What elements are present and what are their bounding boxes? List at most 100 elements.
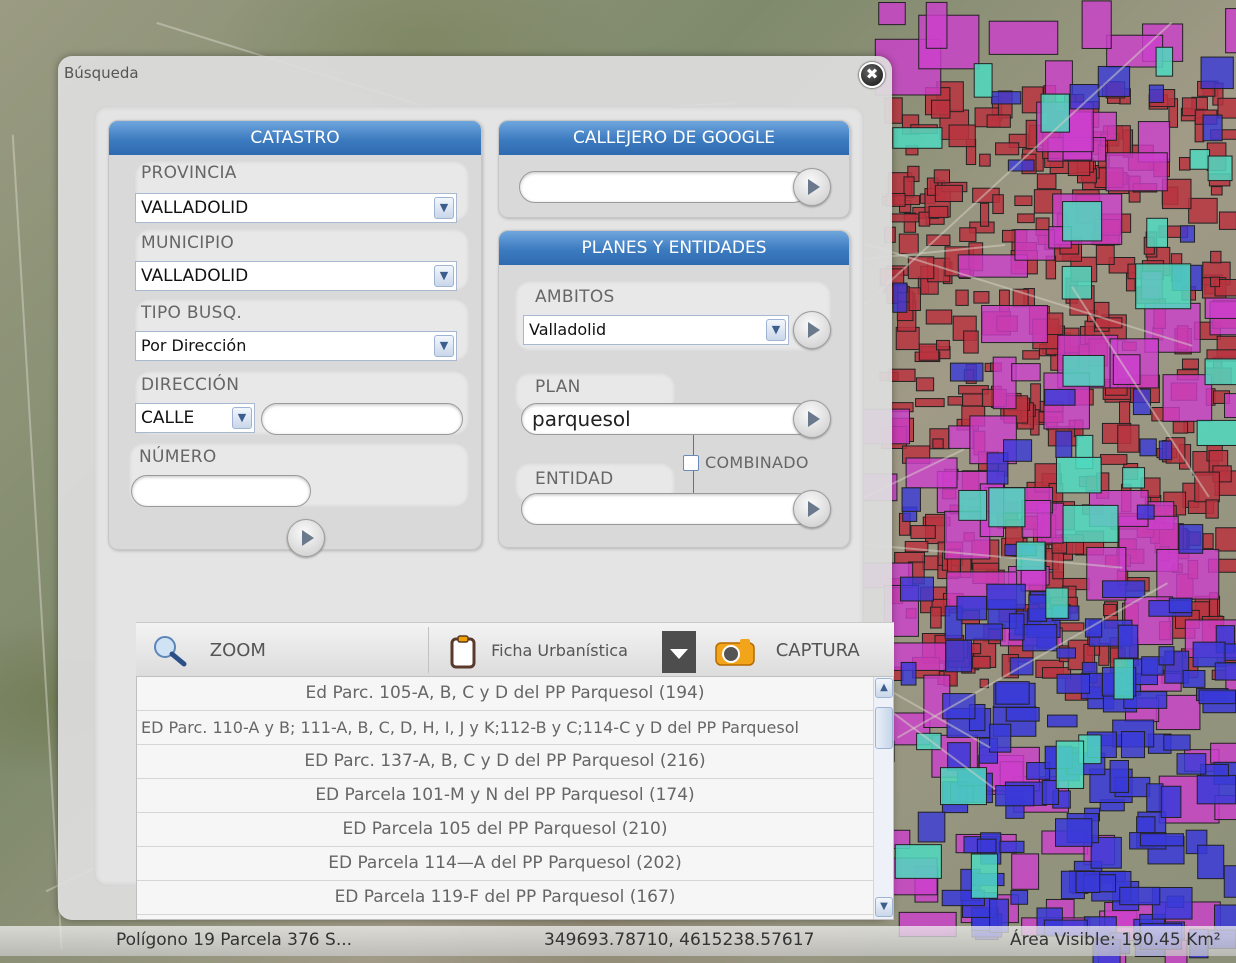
map-parcel[interactable] — [1160, 785, 1182, 818]
map-parcel[interactable] — [899, 576, 934, 602]
map-parcel[interactable] — [1163, 734, 1191, 751]
map-parcel[interactable] — [1062, 201, 1103, 242]
provincia-select[interactable]: VALLADOLID ▼ — [135, 193, 457, 223]
map-parcel[interactable] — [1001, 229, 1017, 243]
map-parcel[interactable] — [1062, 504, 1119, 543]
map-parcel[interactable] — [949, 362, 984, 382]
map-parcel[interactable] — [1055, 456, 1102, 494]
ficha-urbanistica-button[interactable]: Ficha Urbanística — [448, 633, 628, 669]
map-parcel[interactable] — [1100, 454, 1128, 465]
entidad-go-button[interactable] — [793, 490, 831, 528]
map-parcel[interactable] — [888, 368, 916, 382]
google-search-button[interactable] — [793, 168, 831, 206]
result-row[interactable]: Ed Parc. 105-A, B, C y D del PP Parqueso… — [137, 677, 873, 711]
map-parcel[interactable] — [1215, 527, 1236, 552]
map-parcel[interactable] — [1179, 225, 1196, 243]
map-parcel[interactable] — [1056, 647, 1076, 659]
map-parcel[interactable] — [1113, 658, 1134, 700]
map-parcel[interactable] — [1008, 613, 1025, 641]
map-parcel[interactable] — [1044, 388, 1076, 406]
entidad-input[interactable] — [521, 493, 813, 525]
map-parcel[interactable] — [1095, 244, 1115, 265]
map-parcel[interactable] — [1223, 643, 1236, 661]
map-parcel[interactable] — [995, 142, 1020, 156]
ficha-dropdown-button[interactable] — [662, 631, 696, 673]
map-parcel[interactable] — [945, 639, 973, 673]
map-parcel[interactable] — [1158, 440, 1173, 461]
map-parcel[interactable] — [1136, 504, 1155, 520]
map-parcel[interactable] — [986, 583, 1026, 610]
map-parcel[interactable] — [898, 233, 919, 255]
map-parcel[interactable] — [892, 282, 908, 313]
map-parcel[interactable] — [956, 595, 987, 621]
map-parcel[interactable] — [1210, 186, 1223, 196]
google-search-input[interactable] — [519, 171, 809, 203]
map-parcel[interactable] — [1210, 250, 1222, 264]
map-parcel[interactable] — [1178, 157, 1191, 171]
map-parcel[interactable] — [1017, 213, 1035, 224]
map-parcel[interactable] — [1056, 673, 1091, 694]
map-parcel[interactable] — [1188, 197, 1218, 224]
plan-input[interactable]: parquesol — [521, 403, 813, 435]
map-parcel[interactable] — [1158, 646, 1175, 666]
map-parcel[interactable] — [1197, 844, 1225, 880]
map-parcel[interactable] — [1117, 624, 1139, 659]
result-row[interactable]: ED Parcela 114—A del PP Parquesol (202) — [137, 847, 873, 881]
tipo-busq-select[interactable]: Por Dirección ▼ — [135, 331, 457, 361]
result-row[interactable]: ED Parcela 105 del PP Parquesol (210) — [137, 813, 873, 847]
map-parcel[interactable] — [940, 767, 987, 806]
map-parcel[interactable] — [964, 623, 1003, 641]
map-parcel[interactable] — [1172, 421, 1189, 434]
map-parcel[interactable] — [1005, 707, 1040, 722]
direccion-tipo-select[interactable]: CALLE ▼ — [135, 403, 255, 433]
map-parcel[interactable] — [1117, 424, 1140, 453]
map-parcel[interactable] — [988, 487, 1026, 528]
map-parcel[interactable] — [989, 723, 1012, 753]
map-parcel[interactable] — [910, 525, 936, 539]
map-parcel[interactable] — [908, 287, 921, 312]
captura-button[interactable]: CAPTURA — [714, 633, 860, 669]
map-parcel[interactable] — [1196, 774, 1236, 805]
map-parcel[interactable] — [1120, 731, 1146, 759]
map-parcel[interactable] — [900, 661, 917, 686]
map-parcel[interactable] — [928, 205, 949, 219]
map-parcel[interactable] — [1021, 499, 1052, 538]
map-parcel[interactable] — [1045, 587, 1069, 619]
close-icon[interactable]: ✖ — [859, 62, 885, 88]
map-parcel[interactable] — [1097, 65, 1131, 97]
map-parcel[interactable] — [991, 91, 1022, 105]
map-parcel[interactable] — [915, 377, 935, 392]
map-parcel[interactable] — [1022, 624, 1058, 652]
ambitos-go-button[interactable] — [793, 311, 831, 349]
map-parcel[interactable] — [1036, 173, 1057, 190]
map-parcel[interactable] — [947, 396, 964, 406]
map-parcel[interactable] — [901, 487, 921, 512]
map-parcel[interactable] — [1010, 889, 1029, 905]
map-parcel[interactable] — [1028, 594, 1048, 622]
plan-go-button[interactable] — [793, 400, 831, 438]
numero-input[interactable] — [131, 475, 311, 507]
map-parcel[interactable] — [958, 489, 988, 521]
map-parcel[interactable] — [992, 194, 1004, 215]
map-parcel[interactable] — [981, 304, 1048, 344]
map-parcel[interactable] — [918, 211, 931, 227]
map-parcel[interactable] — [971, 655, 991, 669]
result-row[interactable]: ED Parcela 119-F del PP Parquesol (167) — [137, 881, 873, 915]
map-parcel[interactable] — [1207, 155, 1233, 182]
map-parcel[interactable] — [1204, 297, 1236, 319]
chevron-down-icon[interactable]: ▼ — [766, 319, 786, 341]
result-row[interactable]: ED Parc. 137-A, B, C y D del PP Parqueso… — [137, 745, 873, 779]
map-parcel[interactable] — [933, 169, 950, 184]
map-parcel[interactable] — [1102, 580, 1146, 599]
map-parcel[interactable] — [1075, 870, 1101, 894]
chevron-down-icon[interactable]: ▼ — [434, 197, 454, 219]
map-parcel[interactable] — [1218, 211, 1236, 230]
chevron-down-icon[interactable]: ▼ — [434, 265, 454, 287]
map-parcel[interactable] — [1106, 34, 1164, 68]
map-parcel[interactable] — [1182, 669, 1206, 688]
map-parcel[interactable] — [1224, 393, 1236, 419]
map-parcel[interactable] — [955, 289, 969, 306]
map-parcel[interactable] — [1225, 8, 1236, 54]
map-parcel[interactable] — [1011, 853, 1040, 890]
direccion-input[interactable] — [261, 403, 463, 435]
